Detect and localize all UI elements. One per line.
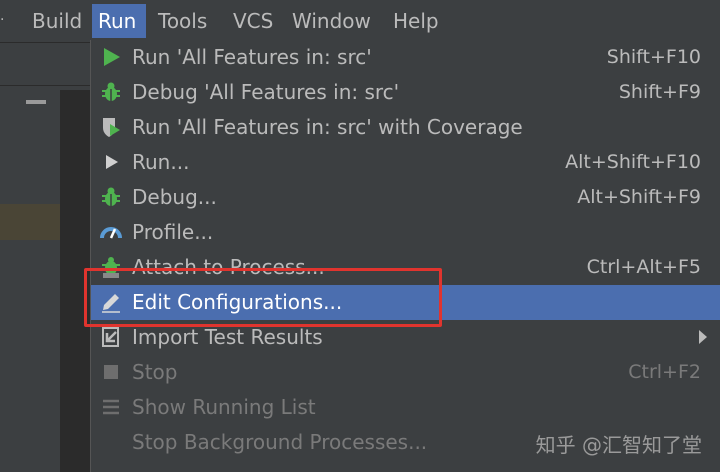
run-triangle-icon — [104, 48, 120, 66]
menu-item-run-all-features[interactable]: Run 'All Features in: src' Shift+F10 — [91, 40, 720, 75]
menu-item-label: Debug... — [132, 185, 217, 209]
menu-build[interactable]: Build — [26, 4, 88, 38]
menu-help[interactable]: Help — [387, 4, 445, 38]
menu-item-debug-all-features[interactable]: Debug 'All Features in: src' Shift+F9 — [91, 75, 720, 110]
menu-window[interactable]: Window — [286, 4, 377, 38]
menu-bar-left-edge: · — [0, 12, 5, 28]
menu-item-profile[interactable]: Profile... — [91, 215, 720, 250]
menu-item-label: Stop — [132, 360, 178, 384]
menu-item-run[interactable]: Run... Alt+Shift+F10 — [91, 145, 720, 180]
menu-item-label: Run 'All Features in: src' — [132, 45, 372, 69]
menu-item-shortcut: Ctrl+F2 — [628, 361, 701, 383]
menu-vcs[interactable]: VCS — [227, 4, 279, 38]
project-side-panel — [0, 43, 60, 472]
run-menu-dropdown: Run 'All Features in: src' Shift+F10 Deb… — [90, 40, 720, 472]
debug-bug-icon — [102, 82, 120, 101]
menu-item-shortcut: Shift+F9 — [618, 81, 701, 103]
watermark-text: 知乎 @汇智知了堂 — [535, 433, 702, 457]
panel-divider — [0, 85, 96, 86]
menu-item-label: Run... — [132, 150, 190, 174]
import-results-icon — [102, 327, 119, 347]
menu-item-shortcut: Alt+Shift+F10 — [565, 151, 701, 173]
menu-item-show-running-list: Show Running List — [91, 390, 720, 425]
annotation-highlight-box — [84, 268, 442, 327]
menu-tools[interactable]: Tools — [152, 4, 213, 38]
running-list-icon — [103, 399, 119, 415]
run-icon — [106, 155, 118, 169]
menu-item-shortcut: Ctrl+Alt+F5 — [586, 256, 701, 278]
coverage-shield-icon — [103, 118, 120, 137]
menu-item-label: Run 'All Features in: src' with Coverage — [132, 115, 523, 139]
menu-item-shortcut: Alt+Shift+F9 — [577, 186, 701, 208]
menu-item-label: Debug 'All Features in: src' — [132, 80, 400, 104]
menu-bar: · Build Run Tools VCS Window Help — [0, 0, 720, 43]
menu-item-stop: Stop Ctrl+F2 — [91, 355, 720, 390]
side-panel-selected-row — [0, 204, 60, 240]
submenu-arrow-icon — [699, 330, 707, 344]
menu-item-debug[interactable]: Debug... Alt+Shift+F9 — [91, 180, 720, 215]
menu-item-label: Profile... — [132, 220, 214, 244]
menu-run[interactable]: Run — [92, 4, 146, 38]
collapse-minus-icon[interactable] — [26, 100, 46, 104]
menu-item-run-with-coverage[interactable]: Run 'All Features in: src' with Coverage — [91, 110, 720, 145]
menu-item-label: Stop Background Processes... — [132, 430, 428, 454]
profile-gauge-icon — [100, 227, 122, 239]
stop-square-icon — [104, 365, 118, 379]
menu-item-shortcut: Shift+F10 — [606, 46, 701, 68]
debug-icon — [102, 187, 120, 206]
menu-item-label: Show Running List — [132, 395, 316, 419]
